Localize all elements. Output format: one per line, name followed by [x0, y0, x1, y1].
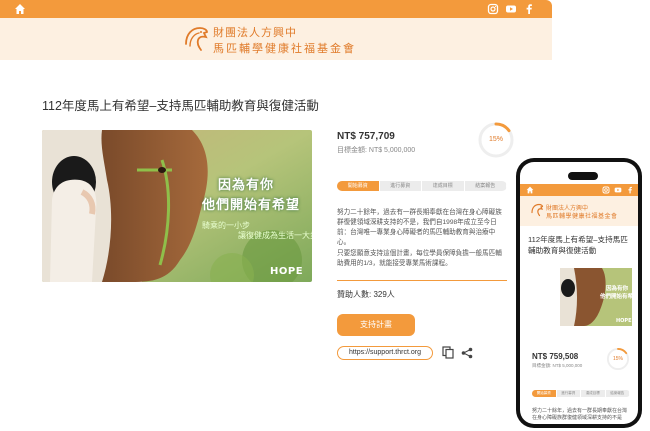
mobile-top-bar [520, 184, 638, 196]
mobile-step-4: 結案報告 [606, 390, 630, 397]
horse-logo-icon[interactable] [530, 201, 544, 219]
hero-image: 因為有你 他們開始有希望 騎乘的一小步 讓復健成為生活一大步 HOPE [42, 130, 312, 282]
step-4: 結案報告 [465, 181, 507, 191]
hero-headline-1: 因為有你 [218, 178, 275, 193]
phone-notch [568, 172, 598, 180]
desktop-page: 財團法人方興中 馬匹輔學健康社福基金會 112年度馬上有希望–支持馬匹輔助教育與… [0, 0, 552, 431]
mobile-progress-percent: 15% [612, 356, 623, 362]
share-url[interactable]: https://support.thrct.org [337, 346, 433, 360]
hero-headline-2: 他們開始有希望 [202, 198, 301, 213]
progress-percent: 15% [488, 136, 503, 143]
raised-amount: NT$ 757,709 [337, 131, 395, 142]
mobile-hero-image: 因為有你 他們開始有希望 HOPE [560, 268, 632, 326]
mobile-hero-illustration: 因為有你 他們開始有希望 HOPE [560, 268, 632, 326]
home-icon[interactable] [526, 186, 534, 194]
mobile-org-line-2: 馬匹輔學健康社福基金會 [546, 214, 618, 220]
mobile-header: 財團法人方興中 馬匹輔學健康社福基金會 [520, 196, 638, 226]
progress-steps: 開始募資 進行募資 達成目標 結案報告 [337, 181, 507, 191]
mobile-hero-headline-2: 他們開始有希望 [599, 292, 632, 300]
org-name-line-1: 財團法人方興中 [213, 27, 297, 39]
facebook-icon[interactable] [523, 3, 535, 15]
mobile-step-3: 達成目標 [581, 390, 606, 397]
youtube-icon[interactable] [614, 186, 622, 194]
mobile-hero-headline-1: 因為有你 [606, 284, 629, 292]
instagram-icon[interactable] [487, 3, 499, 15]
mobile-raised-amount: NT$ 759,508 [532, 352, 579, 361]
step-2: 進行募資 [380, 181, 422, 191]
facebook-icon[interactable] [626, 186, 634, 194]
home-icon[interactable] [14, 3, 26, 15]
hero-subline-2: 讓復健成為生活一大步 [238, 231, 312, 240]
copy-icon[interactable] [442, 346, 454, 359]
hope-logo: HOPE [270, 266, 304, 277]
site-header: 財團法人方興中 馬匹輔學健康社福基金會 [0, 18, 552, 60]
share-icon[interactable] [461, 347, 473, 359]
org-name-line-2: 馬匹輔學健康社福基金會 [213, 43, 356, 55]
description-paragraph-2: 只要您願意支持這個計畫，每位學員保障負擔一般馬匹輔助費用的1/3，就能接受專業馬… [337, 250, 502, 267]
mobile-step-1: 開始募資 [532, 390, 557, 397]
horse-logo-icon[interactable] [182, 24, 210, 54]
donor-count: 贊助人數: 329人 [337, 290, 395, 299]
phone-screen: 財團法人方興中 馬匹輔學健康社福基金會 112年度馬上有希望–支持馬匹輔助教育與… [520, 162, 638, 424]
step-1: 開始募資 [337, 181, 380, 191]
mobile-step-2: 進行募資 [557, 390, 581, 397]
description-paragraph-1: 努力二十餘年，過去有一群長期奉獻在台灣在身心障礙族群復健領域深耕支持的不是，我們… [337, 209, 502, 246]
mobile-target-amount: 目標金額: NT$ 5,000,000 [532, 363, 583, 368]
mobile-progress-steps: 開始募資 進行募資 達成目標 結案報告 [532, 390, 630, 397]
target-amount: 目標金額: NT$ 5,000,000 [337, 147, 416, 154]
mobile-hope-logo: HOPE [616, 318, 632, 324]
project-description: 努力二十餘年，過去有一群長期奉獻在台灣在身心障礙族群復健領域深耕支持的不是，我們… [337, 208, 507, 270]
support-button[interactable]: 支持計畫 [337, 314, 415, 336]
mobile-page-title: 112年度馬上有希望–支持馬匹輔助教育與復健活動 [528, 235, 628, 255]
divider [337, 280, 507, 281]
instagram-icon[interactable] [602, 186, 610, 194]
mobile-description: 努力二十餘年，過去有一群長期奉獻在台灣在身心障礙族群復健領域深耕支持的不是 [532, 408, 628, 421]
top-nav-bar [0, 0, 552, 18]
phone-mockup: 財團法人方興中 馬匹輔學健康社福基金會 112年度馬上有希望–支持馬匹輔助教育與… [516, 158, 642, 428]
youtube-icon[interactable] [505, 3, 517, 15]
step-3: 達成目標 [422, 181, 465, 191]
page-title: 112年度馬上有希望–支持馬匹輔助教育與復健活動 [42, 99, 319, 113]
